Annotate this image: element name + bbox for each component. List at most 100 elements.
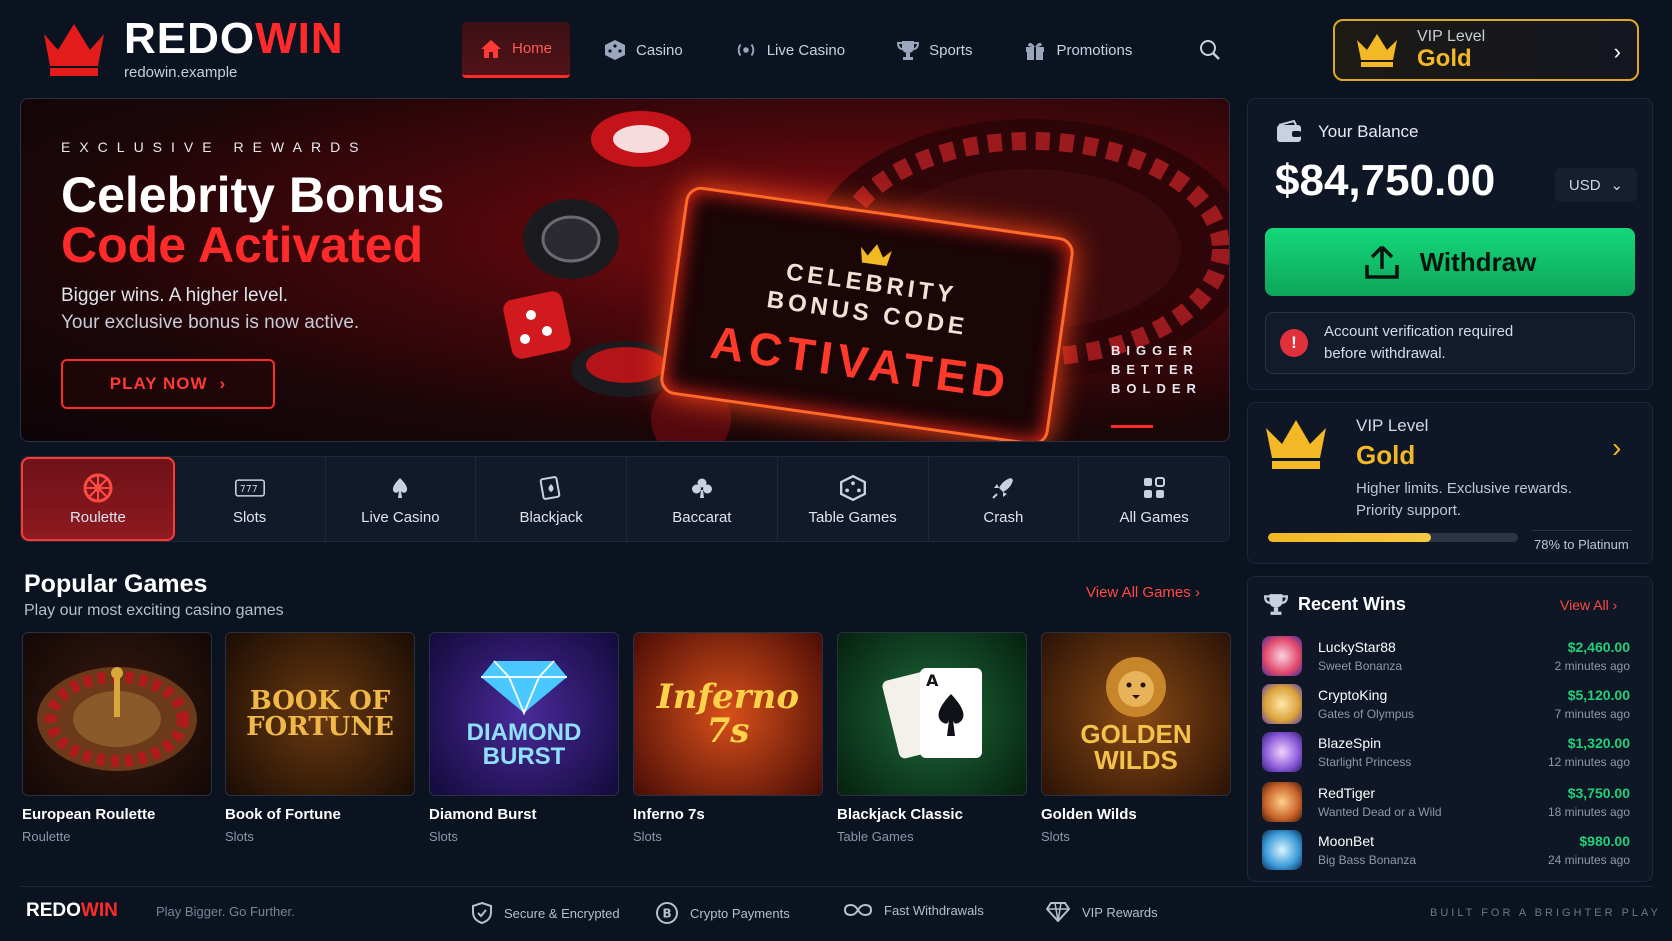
category-slots[interactable]: 777 Slots [175,457,326,541]
game-avatar [1262,782,1302,822]
win-amount: $5,120.00 [1567,687,1630,703]
popular-games-title: Popular Games [24,570,208,598]
category-label: Slots [232,508,267,526]
category-roulette[interactable]: Roulette [21,457,175,541]
view-all-wins-link[interactable]: View All › [1560,597,1617,613]
view-all-games-link[interactable]: View All Games › [1086,584,1200,601]
search-icon[interactable] [1198,38,1222,62]
vip-level-button[interactable]: VIP Level Gold › [1333,19,1639,81]
win-amount: $3,750.00 [1567,785,1630,801]
playing-cards-icon: A [882,668,982,759]
win-row[interactable]: CryptoKing Gates of Olympus $5,120.00 7 mi… [1262,681,1630,727]
game-category: Slots [429,829,458,844]
win-row[interactable]: LuckyStar88 Sweet Bonanza $2,460.00 2 minu… [1262,633,1630,679]
grid-icon [1139,473,1169,503]
footer-logo[interactable]: REDOWIN [26,900,118,922]
footer-feature-vip: VIP Rewards [1046,902,1158,922]
win-game: Sweet Bonanza [1318,659,1403,673]
category-blackjack[interactable]: Blackjack [476,457,627,541]
game-name: Golden Wilds [1041,806,1137,823]
infinity-icon [844,903,872,917]
game-card[interactable]: Inferno 7s Inferno 7s Slots [633,632,823,844]
chevron-right-icon[interactable]: › [1612,432,1621,464]
cards-icon [536,473,566,503]
game-card[interactable]: European Roulette Roulette [22,632,212,844]
svg-text:A: A [926,671,939,690]
alert-icon: ! [1280,329,1308,357]
win-row[interactable]: BlazeSpin Starlight Princess $1,320.00 12 … [1262,729,1630,775]
hero-side-text: BIGGER BETTER BOLDER [1111,343,1202,396]
win-time: 12 minutes ago [1547,755,1630,769]
trophy-icon [1264,594,1288,615]
chevron-right-icon: › [1194,584,1200,601]
nav-promotions[interactable]: Promotions [1006,22,1150,78]
game-thumbnail: Inferno 7s [633,632,823,796]
win-amount: $980.00 [1579,833,1630,849]
game-card[interactable]: A Blackjack Classic Table Games [837,632,1027,844]
win-row[interactable]: RedTiger Wanted Dead or a Wild $3,750.00 1… [1262,779,1630,825]
nav-sports-label: Sports [929,41,973,59]
win-time: 18 minutes ago [1547,805,1630,819]
home-icon [480,38,502,60]
game-card[interactable]: BOOK OF FORTUNE Book of Fortune Slots [225,632,415,844]
ticket-line3: ACTIVATED [707,315,1014,410]
vip-desc-1: Higher limits. Exclusive rewards. [1356,480,1572,497]
verify-line2: before withdrawal. [1324,345,1446,362]
dice-icon [604,39,626,61]
vip-progress-label: 78% to Platinum [1534,537,1629,552]
nav-sports[interactable]: Sports [879,22,990,78]
feature-label: Fast Withdrawals [884,902,984,918]
game-name: Book of Fortune [225,806,341,823]
vip-card-level: Gold [1356,440,1416,470]
recent-wins-title: Recent Wins [1298,594,1406,614]
hero-title-line2: Code Activated [61,217,424,273]
footer-tagline: Play Bigger. Go Further. [156,904,295,919]
bitcoin-icon: B [656,902,678,924]
side-text-3: BOLDER [1111,381,1202,396]
wallet-icon [1277,120,1301,142]
nav-live-casino[interactable]: Live Casino [717,22,863,78]
hero-kicker: EXCLUSIVE REWARDS [61,139,368,155]
win-user: RedTiger [1318,785,1376,801]
chevron-right-icon: › [1612,597,1618,613]
nav-casino-label: Casino [636,41,683,59]
win-time: 7 minutes ago [1554,707,1630,721]
thumbnail-title: DIAMOND BURST [466,719,582,770]
brand-logo[interactable]: REDOWIN redowin.example [40,14,380,84]
category-label: Blackjack [519,508,583,526]
currency-select[interactable]: USD ⌄ [1555,168,1637,202]
withdraw-button[interactable]: Withdraw [1265,228,1635,296]
side-text-2: BETTER [1111,362,1199,377]
category-crash[interactable]: Crash [929,457,1080,541]
game-avatar [1262,636,1302,676]
game-card[interactable]: GOLDEN WILDS Golden Wilds Slots [1041,632,1231,844]
trophy-icon [897,39,920,61]
thumbnail-title: BOOK OF FORTUNE [246,686,394,742]
chevron-down-icon: ⌄ [1610,177,1624,194]
broadcast-icon [735,39,757,61]
category-label: Crash [983,508,1024,526]
play-now-button[interactable]: PLAY NOW › [61,359,275,409]
category-baccarat[interactable]: Baccarat [627,457,778,541]
footer-feature-crypto: B Crypto Payments [656,902,790,924]
game-avatar [1262,684,1302,724]
category-label: All Games [1119,508,1189,526]
logo-domain: redowin.example [124,63,238,81]
category-label: Live Casino [361,508,440,526]
balance-amount: $84,750.00 [1275,156,1496,205]
game-thumbnail: A [837,632,1027,796]
nav-home[interactable]: Home [462,22,571,78]
game-avatar [1262,732,1302,772]
game-category: Slots [225,829,254,844]
view-all-wins-label: View All [1560,597,1609,613]
game-card[interactable]: DIAMOND BURST Diamond Burst Slots [429,632,619,844]
win-row[interactable]: MoonBet Big Bass Bonanza $980.00 24 minute… [1262,827,1630,873]
footer-divider [20,886,1652,887]
win-game: Big Bass Bonanza [1318,853,1417,867]
nav-casino[interactable]: Casino [586,22,701,78]
category-all-games[interactable]: All Games [1079,457,1229,541]
category-live-casino[interactable]: Live Casino [326,457,477,541]
category-table-games[interactable]: Table Games [778,457,929,541]
diamond-icon [481,660,567,715]
vip-card-label: VIP Level [1356,416,1429,435]
